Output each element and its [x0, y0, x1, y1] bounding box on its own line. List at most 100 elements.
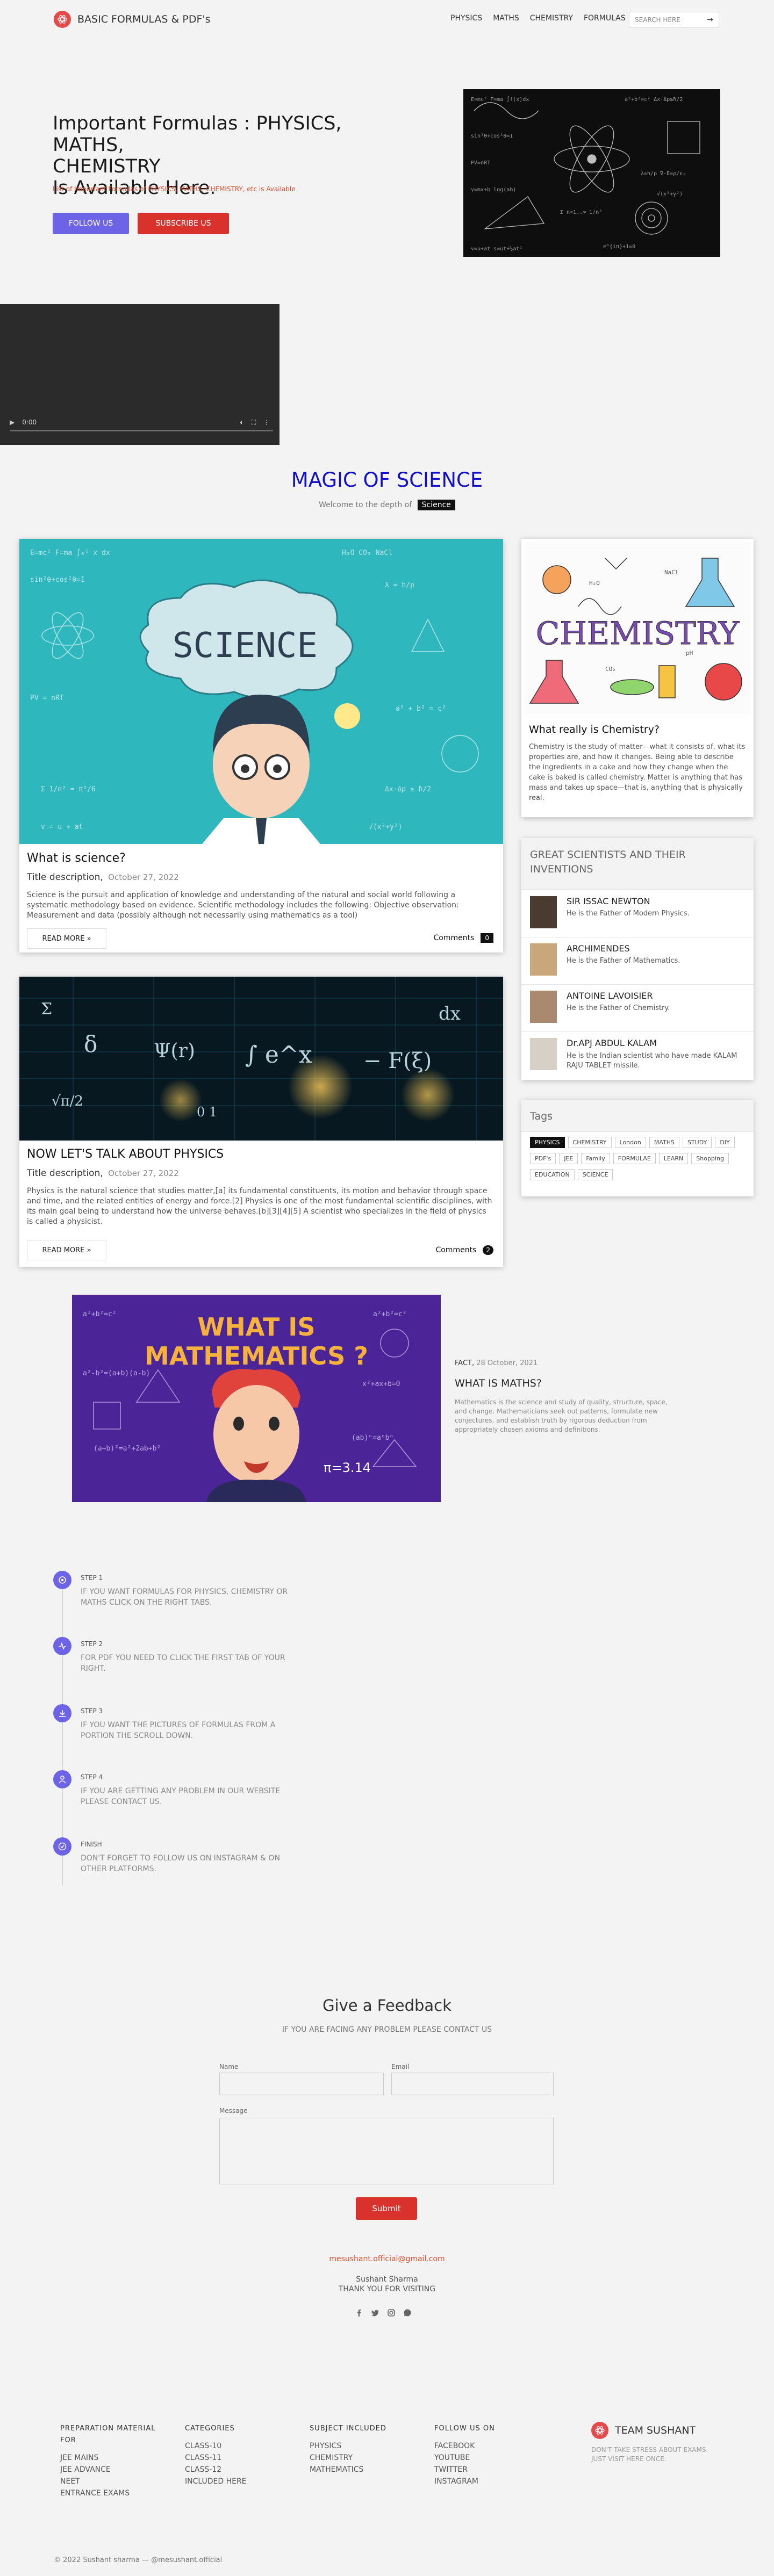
post-date: October 27, 2022: [108, 1168, 179, 1178]
tag-item[interactable]: MATHS: [649, 1137, 679, 1148]
scientist-name: Dr.APJ ABDUL KALAM: [567, 1038, 657, 1048]
tags-card: Tags PHYSICS CHEMISTRY London MATHS STUDY DIY…: [521, 1100, 754, 1196]
footer-link[interactable]: CHEMISTRY: [310, 2452, 417, 2464]
video-progress-bar[interactable]: [10, 430, 273, 431]
nav-maths[interactable]: MATHS: [493, 14, 519, 23]
footer-link[interactable]: TWITTER: [434, 2464, 542, 2476]
nav-physics[interactable]: PHYSICS: [450, 14, 482, 23]
chemistry-word: CHEMISTRY: [536, 615, 740, 652]
scientists-title: GREAT SCIENTISTS AND THEIR INVENTIONS: [530, 849, 686, 875]
footer-link[interactable]: MATHEMATICS: [310, 2464, 417, 2476]
nav-formulas[interactable]: FORMULAS: [584, 14, 626, 23]
svg-text:y=mx+b log(ab): y=mx+b log(ab): [471, 187, 516, 193]
formula-blackboard-image: E=mc² F=ma ∫f(x)dx a²+b²=c² Δx·Δp≥ħ/2 si…: [463, 89, 720, 257]
video-time: 0:00: [22, 418, 37, 426]
footer-col-prep: PREPARATION MATERIAL FOR JEE MAINS JEE A…: [60, 2423, 168, 2499]
footer-link[interactable]: CLASS-12: [185, 2464, 292, 2476]
footer-link[interactable]: INCLUDED HERE: [185, 2476, 292, 2487]
footer-link[interactable]: PHYSICS: [310, 2440, 417, 2452]
footer-link[interactable]: JEE ADVANCE: [60, 2464, 168, 2476]
scientist-item[interactable]: Dr.APJ ABDUL KALAM He is the Indian scie…: [530, 1038, 744, 1071]
footer-link[interactable]: JEE MAINS: [60, 2452, 168, 2464]
post-card-physics: Σ δ Ψ(r) ∫ e^x − F(ξ) √π/2 0 1 dx NOW LE…: [19, 977, 503, 1267]
tag-item[interactable]: SCIENCE: [577, 1169, 613, 1180]
search-placeholder: SEARCH HERE: [635, 16, 680, 24]
subscribe-button[interactable]: SUBSCRIBE US: [138, 213, 229, 234]
scientist-item[interactable]: ARCHIMENDES He is the Father of Mathemat…: [530, 943, 744, 976]
message-field[interactable]: [219, 2118, 554, 2184]
footer-link[interactable]: CLASS-10: [185, 2440, 292, 2452]
tag-item[interactable]: STUDY: [682, 1137, 712, 1148]
tag-item[interactable]: FORMULAE: [613, 1153, 656, 1164]
math-text: Mathematics is the science and study of …: [455, 1398, 668, 1433]
lavoisier-portrait: [530, 991, 557, 1023]
step-label: STEP 4: [81, 1773, 103, 1781]
social-icons: [355, 2308, 412, 2317]
site-logo[interactable]: BASIC FORMULAS & PDF's: [54, 11, 211, 28]
post-date: October 27, 2022: [108, 872, 179, 882]
footer-link[interactable]: NEET: [60, 2476, 168, 2487]
name-field[interactable]: [219, 2073, 384, 2095]
post-title[interactable]: NOW LET'S TALK ABOUT PHYSICS: [27, 1148, 224, 1161]
tag-item[interactable]: CHEMISTRY: [568, 1137, 612, 1148]
math-meta-tag[interactable]: FACT,: [455, 1359, 474, 1367]
kalam-portrait: [530, 1038, 557, 1070]
submit-button[interactable]: Submit: [356, 2197, 417, 2220]
search-input[interactable]: SEARCH HERE →: [629, 12, 719, 28]
math-title[interactable]: WHAT IS MATHS?: [455, 1377, 542, 1389]
volume-icon[interactable]: 🔈︎: [240, 418, 243, 427]
tags-title: Tags: [530, 1110, 553, 1122]
instagram-icon[interactable]: [387, 2308, 396, 2317]
step-item: [53, 1637, 71, 1655]
more-options-icon[interactable]: ⋮: [263, 418, 270, 426]
whatsapp-icon[interactable]: [403, 2308, 412, 2317]
main-nav: PHYSICS MATHS CHEMISTRY FORMULAS: [450, 14, 626, 23]
tag-item[interactable]: Family: [581, 1153, 610, 1164]
contact-email[interactable]: mesushant.official@gmail.com: [0, 2255, 774, 2263]
svg-text:v = u + at: v = u + at: [41, 823, 83, 831]
comments[interactable]: Comments 0: [433, 933, 493, 943]
tag-item[interactable]: LEARN: [658, 1153, 689, 1164]
step-text: DON'T FORGET TO FOLLOW US ON INSTAGRAM &…: [81, 1854, 280, 1873]
footer-link[interactable]: YOUTUBE: [434, 2452, 542, 2464]
magic-subtitle: Welcome to the depth of Science: [0, 500, 774, 510]
science-tag[interactable]: Science: [417, 500, 455, 510]
fullscreen-icon[interactable]: ⛶: [252, 418, 256, 427]
svg-text:NaCl: NaCl: [664, 569, 679, 576]
hero-title-line2: CHEMISTRY: [53, 156, 161, 177]
scientist-desc: He is the Father of Mathematics.: [567, 957, 680, 965]
tag-item[interactable]: PDF's: [530, 1153, 556, 1164]
tag-item[interactable]: DIY: [715, 1137, 735, 1148]
read-more-button[interactable]: READ MORE »: [27, 928, 106, 949]
footer-link[interactable]: FACEBOOK: [434, 2440, 542, 2452]
scientist-item[interactable]: ANTOINE LAVOISIER He is the Father of Ch…: [530, 991, 744, 1023]
footer-brand[interactable]: TEAM SUSHANT: [591, 2422, 696, 2439]
tag-item[interactable]: Shopping: [691, 1153, 729, 1164]
comments-label: Comments: [433, 934, 475, 942]
post-title[interactable]: What is science?: [27, 852, 126, 865]
chemistry-title[interactable]: What really is Chemistry?: [529, 724, 660, 735]
check-icon: [53, 1837, 71, 1856]
nav-chemistry[interactable]: CHEMISTRY: [530, 14, 573, 23]
svg-text:PV=nRT: PV=nRT: [471, 160, 490, 166]
tag-item[interactable]: EDUCATION: [530, 1169, 575, 1180]
svg-text:pH: pH: [686, 650, 693, 656]
twitter-icon[interactable]: [371, 2308, 379, 2317]
footer-link[interactable]: CLASS-11: [185, 2452, 292, 2464]
tag-item[interactable]: London: [614, 1137, 646, 1148]
comments[interactable]: Comments 2: [435, 1245, 493, 1255]
email-field[interactable]: [391, 2073, 554, 2095]
read-more-button[interactable]: READ MORE »: [27, 1240, 106, 1260]
svg-text:v=u+at s=ut+½at²: v=u+at s=ut+½at²: [471, 246, 522, 252]
footer-col-subjects: SUBJECT INCLUDED PHYSICS CHEMISTRY MATHE…: [310, 2423, 417, 2476]
scientist-item[interactable]: SIR ISSAC NEWTON He is the Father of Mod…: [530, 896, 744, 928]
facebook-icon[interactable]: [355, 2308, 363, 2317]
tag-item[interactable]: JEE: [559, 1153, 578, 1164]
play-icon[interactable]: ▶: [10, 418, 15, 426]
arrow-right-icon[interactable]: →: [707, 16, 713, 24]
footer-link[interactable]: INSTAGRAM: [434, 2476, 542, 2487]
follow-button[interactable]: FOLLOW US: [53, 213, 129, 234]
magic-subtitle-text: Welcome to the depth of: [319, 501, 412, 509]
footer-link[interactable]: ENTRANCE EXAMS: [60, 2487, 168, 2499]
tag-item[interactable]: PHYSICS: [530, 1137, 565, 1148]
